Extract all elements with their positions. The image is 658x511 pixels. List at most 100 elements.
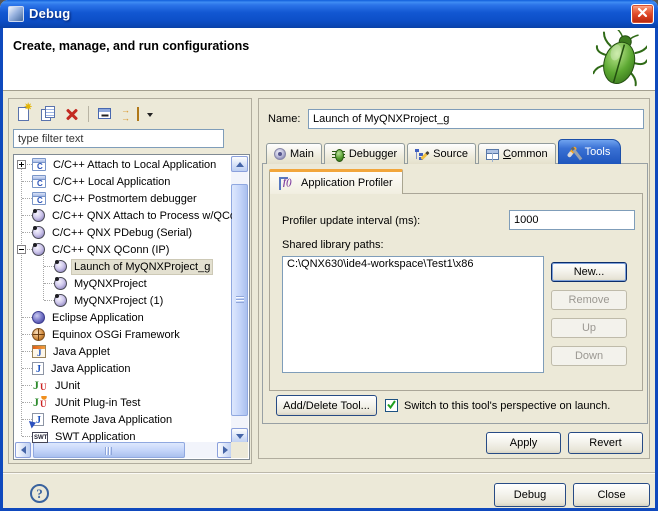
window-close-button[interactable]	[631, 4, 654, 24]
debug-dialog: Debug Create, manage, and run configurat…	[0, 0, 658, 511]
close-icon	[637, 7, 648, 21]
tab-label: Source	[433, 148, 468, 160]
tree-item[interactable]: C/C++ Attach to Local Application	[15, 156, 232, 173]
profiler-icon	[279, 177, 296, 189]
tab-source[interactable]: Source	[407, 143, 476, 164]
tab-main[interactable]: Main	[266, 143, 322, 164]
configuration-tree-rows: C/C++ Attach to Local Application C/C++ L…	[15, 156, 232, 443]
collapse-all-button[interactable]	[96, 106, 114, 123]
apply-button[interactable]: Apply	[486, 432, 561, 454]
horizontal-scrollbar-thumb[interactable]	[33, 442, 185, 458]
tree-item[interactable]: C/C++ QNX QConn (IP)	[15, 241, 232, 258]
tree-item[interactable]: Eclipse Application	[15, 309, 232, 326]
tree-item-label: Java Application	[49, 362, 133, 376]
tree-item[interactable]: Java Application	[15, 360, 232, 377]
swt-app-icon	[32, 432, 48, 443]
filter-menu-caret-icon[interactable]	[147, 113, 153, 120]
java-applet-icon	[32, 345, 46, 358]
filter-button[interactable]: → →	[121, 106, 143, 123]
arrow-left-icon	[17, 446, 26, 454]
tree-item-label: Equinox OSGi Framework	[50, 328, 182, 342]
debug-button[interactable]: Debug	[494, 483, 566, 507]
debug-beetle-image	[593, 30, 647, 91]
tree-vertical-scrollbar[interactable]	[231, 156, 248, 444]
perspective-checkbox[interactable]	[385, 399, 398, 412]
tree-item[interactable]: Java Applet	[15, 343, 232, 360]
tab-label: Main	[290, 148, 314, 160]
name-input[interactable]	[308, 109, 644, 129]
tree-item[interactable]: C/C++ Local Application	[15, 173, 232, 190]
tree-item[interactable]: MyQNXProject (1)	[15, 292, 232, 309]
profiler-interval-input[interactable]	[509, 210, 635, 230]
tab-label: Tools	[585, 146, 611, 158]
help-icon: ?	[36, 486, 43, 502]
tab-debugger[interactable]: Debugger	[324, 143, 405, 164]
dialog-header: Create, manage, and run configurations	[3, 28, 655, 91]
tree-item[interactable]: Equinox OSGi Framework	[15, 326, 232, 343]
tree-item[interactable]: C/C++ QNX PDebug (Serial)	[15, 224, 232, 241]
new-configuration-button[interactable]: ✷	[15, 106, 33, 123]
expand-icon[interactable]	[17, 160, 26, 169]
tree-item[interactable]: JUnit	[15, 377, 232, 394]
tab-common[interactable]: Common	[478, 143, 556, 164]
eclipse-app-icon	[32, 311, 45, 324]
tree-item-label: Java Applet	[51, 345, 112, 359]
scroll-left-button[interactable]	[15, 442, 31, 458]
revert-button[interactable]: Revert	[568, 432, 643, 454]
tree-item-label: C/C++ Local Application	[51, 175, 172, 189]
collapse-icon[interactable]	[17, 245, 26, 254]
checkmark-icon	[386, 399, 397, 413]
tab-label: Debugger	[349, 148, 397, 160]
tab-label: Common	[503, 148, 548, 160]
window-title: Debug	[29, 6, 70, 21]
title-bar: Debug	[0, 0, 658, 28]
common-tab-icon	[486, 149, 499, 160]
scrollbar-corner	[231, 442, 248, 458]
tree-item-label: MyQNXProject	[72, 277, 149, 291]
qnx-target-icon	[32, 226, 45, 239]
qnx-target-icon	[54, 260, 67, 273]
help-button[interactable]: ?	[30, 484, 49, 503]
shared-library-paths-label: Shared library paths:	[282, 239, 384, 251]
main-tab-icon	[274, 148, 286, 160]
profiler-interval-label: Profiler update interval (ms):	[282, 215, 420, 227]
qnx-target-icon	[32, 243, 45, 256]
tab-bar: Main Debugger Source Common Tools	[266, 139, 621, 164]
tree-item-label: C/C++ QNX PDebug (Serial)	[50, 226, 194, 240]
debugger-tab-icon	[332, 148, 345, 161]
tree-horizontal-scrollbar[interactable]	[15, 442, 233, 458]
tab-application-profiler[interactable]: Application Profiler	[269, 169, 403, 194]
qnx-target-icon	[54, 277, 67, 290]
new-button[interactable]: New...	[551, 262, 627, 282]
tree-item[interactable]: Remote Java Application	[15, 411, 232, 428]
add-delete-tool-button[interactable]: Add/Delete Tool...	[276, 395, 377, 416]
java-app-icon	[32, 362, 44, 375]
tree-item-label: Launch of MyQNXProject_g	[72, 260, 212, 274]
footer-separator	[3, 472, 655, 474]
tree-item-label: C/C++ Attach to Local Application	[51, 158, 218, 172]
window-icon[interactable]	[8, 6, 24, 22]
tree-item[interactable]: C/C++ Postmortem debugger	[15, 190, 232, 207]
scroll-up-button[interactable]	[231, 156, 248, 172]
up-button: Up	[551, 318, 627, 338]
close-button[interactable]: Close	[573, 483, 650, 507]
tools-tab-icon	[567, 146, 581, 159]
osgi-framework-icon	[32, 328, 45, 341]
tree-item[interactable]: SWT Application	[15, 428, 232, 443]
delete-configuration-button[interactable]	[63, 106, 81, 123]
tab-tools[interactable]: Tools	[558, 139, 622, 164]
qnx-target-icon	[32, 209, 45, 222]
collapse-all-icon	[98, 108, 111, 119]
duplicate-configuration-button[interactable]	[39, 106, 57, 123]
filter-input[interactable]	[13, 129, 224, 148]
source-tab-icon	[415, 148, 429, 161]
tree-item[interactable]: Launch of MyQNXProject_g	[15, 258, 232, 275]
tree-item-label: SWT Application	[53, 430, 138, 444]
library-path-item[interactable]: C:\QNX630\ide4-workspace\Test1\x86	[283, 257, 543, 271]
cpp-app-icon	[32, 158, 46, 171]
vertical-scrollbar-thumb[interactable]	[231, 184, 248, 416]
tree-item[interactable]: C/C++ QNX Attach to Process w/QCo	[15, 207, 232, 224]
tree-item[interactable]: MyQNXProject	[15, 275, 232, 292]
tree-item[interactable]: JUnit Plug-in Test	[15, 394, 232, 411]
library-paths-list[interactable]: C:\QNX630\ide4-workspace\Test1\x86	[282, 256, 544, 373]
